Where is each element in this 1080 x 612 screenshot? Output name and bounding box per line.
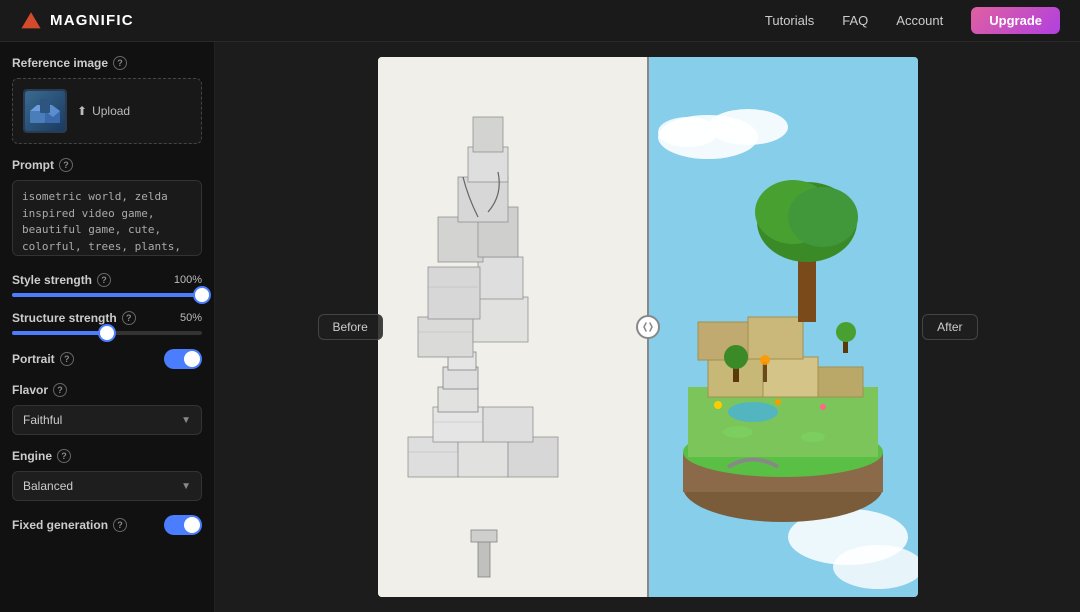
divider-handle[interactable] <box>636 315 660 339</box>
fixed-generation-row: Fixed generation ? <box>12 515 202 535</box>
ref-image-section-label: Reference image ? <box>12 56 202 70</box>
main-layout: Reference image ? ⬆ Upload <box>0 42 1080 612</box>
logo-icon <box>20 10 42 32</box>
color-svg <box>648 57 918 597</box>
portrait-toggle-knob <box>184 351 200 367</box>
fixed-generation-help-icon[interactable]: ? <box>113 518 127 532</box>
upload-label: ⬆ Upload <box>77 104 130 118</box>
flavor-section: Flavor ? Faithful ▼ <box>12 383 202 435</box>
image-split <box>378 57 918 597</box>
ref-thumb-inner <box>25 91 65 131</box>
before-after-container: Before <box>378 57 918 597</box>
flavor-label: Flavor <box>12 383 48 397</box>
flavor-help-icon[interactable]: ? <box>53 383 67 397</box>
topnav: MAGNIFIC Tutorials FAQ Account Upgrade <box>0 0 1080 42</box>
engine-section: Engine ? Balanced ▼ <box>12 449 202 501</box>
flavor-value: Faithful <box>23 413 62 427</box>
fixed-generation-toggle-knob <box>184 517 200 533</box>
tutorials-link[interactable]: Tutorials <box>765 13 814 28</box>
upload-icon: ⬆ <box>77 104 87 118</box>
structure-strength-label: Structure strength <box>12 311 117 325</box>
structure-strength-section: Structure strength ? 50% <box>12 311 202 335</box>
split-divider[interactable] <box>647 57 649 597</box>
prompt-label: Prompt <box>12 158 54 172</box>
portrait-row: Portrait ? <box>12 349 202 369</box>
before-button[interactable]: Before <box>318 314 383 340</box>
style-strength-help-icon[interactable]: ? <box>97 273 111 287</box>
nav-links: Tutorials FAQ Account Upgrade <box>765 7 1060 34</box>
structure-strength-value: 50% <box>180 312 202 324</box>
app-name: MAGNIFIC <box>50 12 134 29</box>
portrait-help-icon[interactable]: ? <box>60 352 74 366</box>
after-image-half <box>648 57 918 597</box>
ref-image-thumbnail <box>23 89 67 133</box>
structure-strength-fill <box>12 331 107 335</box>
style-strength-section: Style strength ? 100% <box>12 273 202 297</box>
ref-image-upload-box[interactable]: ⬆ Upload <box>12 78 202 144</box>
structure-strength-thumb[interactable] <box>100 326 114 340</box>
fixed-generation-toggle[interactable] <box>164 515 202 535</box>
structure-strength-slider[interactable] <box>12 331 202 335</box>
engine-value: Balanced <box>23 479 73 493</box>
style-strength-label: Style strength <box>12 273 92 287</box>
prompt-textarea[interactable]: isometric world, zelda inspired video ga… <box>12 180 202 256</box>
canvas-area: Before <box>215 42 1080 612</box>
sidebar: Reference image ? ⬆ Upload <box>0 42 215 612</box>
style-strength-thumb[interactable] <box>195 288 209 302</box>
divider-handle-icon <box>642 321 654 333</box>
prompt-help-icon[interactable]: ? <box>59 158 73 172</box>
account-link[interactable]: Account <box>896 13 943 28</box>
logo: MAGNIFIC <box>20 10 134 32</box>
portrait-label: Portrait <box>12 352 55 366</box>
ref-thumb-svg <box>25 91 65 131</box>
faq-link[interactable]: FAQ <box>842 13 868 28</box>
after-button[interactable]: After <box>922 314 977 340</box>
style-strength-slider[interactable] <box>12 293 202 297</box>
style-strength-value: 100% <box>174 274 202 286</box>
portrait-toggle[interactable] <box>164 349 202 369</box>
upgrade-button[interactable]: Upgrade <box>971 7 1060 34</box>
style-strength-fill <box>12 293 202 297</box>
sketch-svg <box>378 57 648 597</box>
ref-image-help-icon[interactable]: ? <box>113 56 127 70</box>
flavor-dropdown[interactable]: Faithful ▼ <box>12 405 202 435</box>
engine-dropdown[interactable]: Balanced ▼ <box>12 471 202 501</box>
structure-strength-help-icon[interactable]: ? <box>122 311 136 325</box>
before-image-half <box>378 57 648 597</box>
engine-dropdown-arrow: ▼ <box>181 481 191 492</box>
fixed-generation-label: Fixed generation <box>12 518 108 532</box>
flavor-dropdown-arrow: ▼ <box>181 415 191 426</box>
engine-label: Engine <box>12 449 52 463</box>
prompt-section: Prompt ? isometric world, zelda inspired… <box>12 158 202 259</box>
engine-help-icon[interactable]: ? <box>57 449 71 463</box>
